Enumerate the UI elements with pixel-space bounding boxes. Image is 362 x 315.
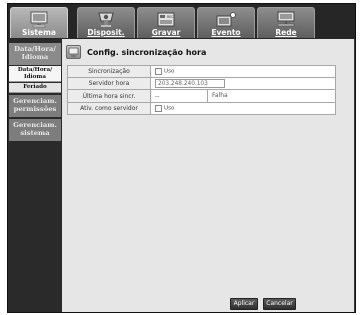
row-server: Servidor hora 203.248.240.103 [67, 77, 336, 90]
server-label: Servidor hora [67, 77, 151, 90]
page-title: Config. sincronização hora [87, 47, 207, 57]
sync-cell: Uso [150, 65, 336, 78]
main-panel: Config. sincronização hora Sincronização… [62, 39, 354, 312]
network-icon [277, 11, 295, 27]
last-sync-cell: -- Falha [150, 89, 336, 103]
tab-evento[interactable]: Evento [197, 7, 255, 38]
event-icon [216, 12, 236, 27]
as-server-label: Ativ. como servidor [67, 102, 151, 115]
tab-label: Rede [275, 28, 297, 37]
tab-label: Gravar [151, 28, 181, 37]
row-sync: Sincronização Uso [67, 65, 336, 78]
last-sync-status: Falha [207, 90, 335, 102]
tab-label: Sistema [22, 28, 56, 37]
svg-text:REC: REC [167, 15, 174, 19]
top-tab-bar: Sistema Disposit. REC Gravar Evento Rede [8, 4, 355, 39]
tab-disposit[interactable]: Disposit. [77, 7, 135, 38]
as-server-checkbox[interactable] [155, 105, 162, 112]
tab-label: Evento [211, 28, 241, 37]
row-last-sync: Última hora sincr. -- Falha [67, 89, 336, 103]
cancel-button[interactable]: Cancelar [263, 298, 296, 310]
window-frame: Sistema Disposit. REC Gravar Evento Rede… [7, 3, 356, 313]
row-as-server: Ativ. como servidor Uso [67, 102, 336, 115]
clock-sync-icon [66, 45, 81, 59]
device-icon [98, 12, 114, 27]
system-icon [30, 11, 48, 28]
last-sync-value: -- [155, 92, 160, 100]
tab-sistema[interactable]: Sistema [10, 7, 68, 38]
tab-label: Disposit. [87, 28, 125, 37]
page-header: Config. sincronização hora [66, 44, 206, 60]
sidebar-item-datetime[interactable]: Data/Hora/ Idioma [9, 66, 61, 82]
as-server-cell: Uso [150, 102, 336, 115]
sync-checkbox[interactable] [155, 68, 162, 75]
apply-button[interactable]: Aplicar [230, 298, 258, 310]
as-server-option-label: Uso [164, 105, 175, 112]
sync-label: Sincronização [67, 65, 151, 78]
record-icon: REC [157, 12, 175, 27]
sidebar-item-holiday[interactable]: Feriado [9, 83, 61, 93]
settings-table: Sincronização Uso Servidor hora 203.248.… [67, 65, 336, 115]
sync-option-label: Uso [164, 68, 175, 75]
sidebar-section-permissions[interactable]: Gerenciam. permissões [9, 95, 61, 117]
sidebar: Data/Hora/ Idioma Data/Hora/ Idioma Feri… [8, 39, 62, 312]
server-cell: 203.248.240.103 [150, 77, 336, 90]
tab-rede[interactable]: Rede [257, 7, 315, 38]
last-sync-label: Última hora sincr. [67, 89, 151, 103]
sidebar-section-datetime[interactable]: Data/Hora/ Idioma [9, 43, 61, 65]
tab-gravar[interactable]: REC Gravar [137, 7, 195, 38]
sidebar-section-system[interactable]: Gerenciam. sistema [9, 119, 61, 141]
server-input[interactable]: 203.248.240.103 [155, 79, 225, 88]
